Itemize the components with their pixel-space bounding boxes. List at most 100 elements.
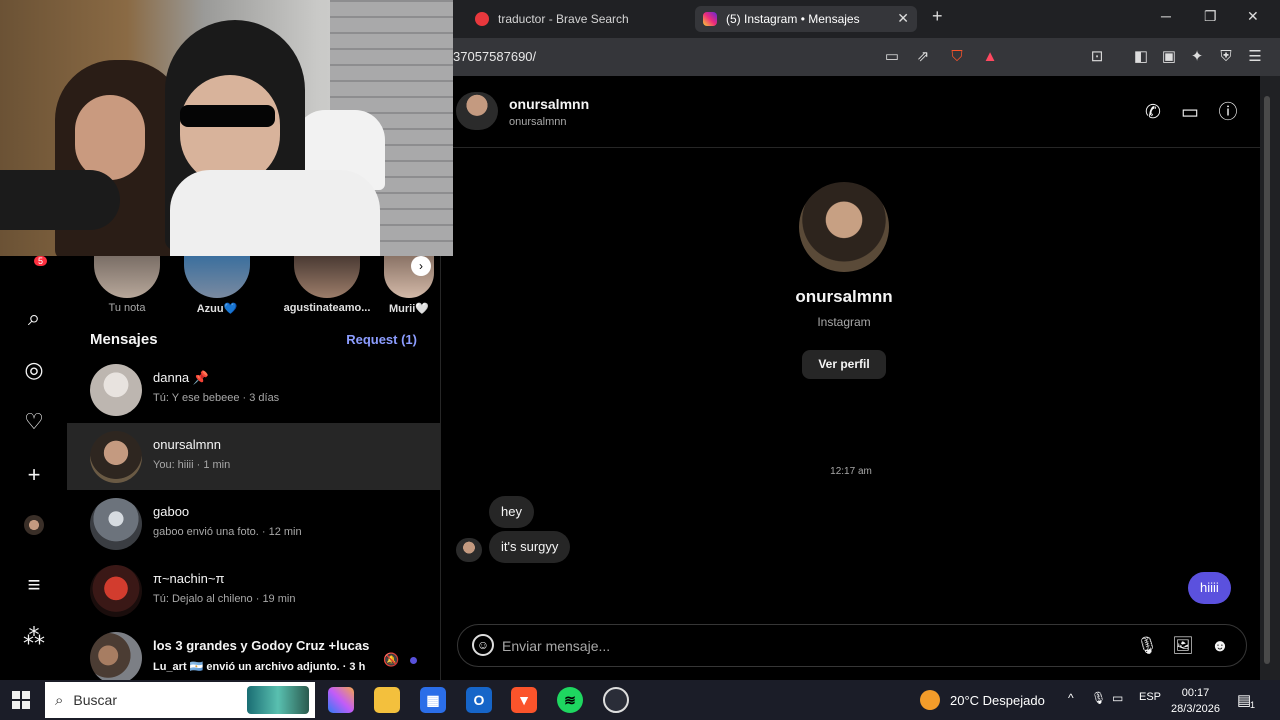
avatar <box>90 632 142 680</box>
microphone-tray-icon[interactable]: 🎙 <box>1091 691 1106 705</box>
taskbar-search[interactable]: ⌕ Buscar <box>45 682 315 718</box>
muted-icon: 🔕 <box>383 652 400 667</box>
avatar <box>90 498 142 550</box>
cast-icon[interactable]: ▭ <box>882 47 902 67</box>
notifications-badge: 5 <box>34 256 48 266</box>
info-icon[interactable]: ⓘ <box>1215 100 1241 126</box>
chevron-up-icon[interactable]: ^ <box>1068 691 1074 705</box>
brave-browser-icon[interactable]: ▼ <box>511 687 537 713</box>
view-profile-button[interactable]: Ver perfil <box>802 350 886 379</box>
brave-rewards-icon[interactable]: ▲ <box>980 47 1000 67</box>
close-window-button[interactable]: ✕ <box>1247 8 1259 25</box>
weather-sun-icon <box>920 690 940 710</box>
store-icon[interactable]: ▦ <box>420 687 446 713</box>
clock[interactable]: 00:17 28/3/2026 <box>1168 685 1223 717</box>
note-item[interactable]: agustinateamo... <box>277 256 377 314</box>
taskbar: ⌕ Buscar ▦ O ▼ ≋ 20°C Despejado ^ 🎙 ▭ ES… <box>0 680 1280 720</box>
minimize-button[interactable]: ─ <box>1161 8 1171 24</box>
avatar[interactable] <box>456 92 498 130</box>
profile-name: onursalmnn <box>795 287 893 306</box>
message-bubble[interactable]: hiiii <box>1188 572 1231 604</box>
note-item[interactable]: Tu nota <box>87 256 167 314</box>
image-icon[interactable]: 🖼 <box>1171 634 1195 658</box>
note-label: Murii🤍 <box>389 303 429 315</box>
browser-tab-bar: traductor - Brave Search (5) Instagram •… <box>453 0 1280 38</box>
explore-icon[interactable]: ◎ <box>21 357 47 383</box>
share-icon[interactable]: ⇗ <box>913 47 933 67</box>
sidebar-icon[interactable]: ◧ <box>1131 47 1151 67</box>
phone-icon[interactable]: ✆ <box>1140 100 1166 126</box>
new-tab-button[interactable]: + <box>932 6 943 27</box>
more-menu-icon[interactable]: ≡ <box>21 572 47 598</box>
message-input[interactable] <box>502 635 1102 657</box>
avatar <box>184 256 250 298</box>
message-bubble[interactable]: it's surgyy <box>489 531 571 563</box>
conversation-preview: You: hiiii · 1 min <box>153 459 231 471</box>
unread-dot <box>410 657 417 664</box>
avatar <box>294 256 360 298</box>
create-icon[interactable]: + <box>21 462 47 488</box>
vpn-icon[interactable]: ⛨ <box>1216 47 1236 67</box>
spotify-icon[interactable]: ≋ <box>557 687 583 713</box>
date: 28/3/2026 <box>1171 703 1220 715</box>
outlook-icon[interactable]: O <box>466 687 492 713</box>
weather-widget[interactable]: 20°C Despejado <box>920 690 1045 710</box>
apps-icon[interactable]: ⁂ <box>21 624 47 650</box>
messages-title: Mensajes <box>90 331 158 348</box>
conversation-item[interactable]: los 3 grandes y Godoy Cruz +lucas Lu_art… <box>67 624 440 680</box>
close-tab-icon[interactable]: ✕ <box>897 10 909 27</box>
instagram-nav: 5 ⌕ ◎ ♡ + ≡ ⁂ <box>0 256 67 680</box>
scrollbar[interactable] <box>1260 76 1280 680</box>
conversation-preview: Tú: Y ese bebeee · 3 días <box>153 392 280 404</box>
chat-panel: onursalmnn onursalmnn ✆ ▭ ⓘ onursalmnn I… <box>440 76 1261 680</box>
url-field[interactable]: 37057587690/ <box>453 49 536 64</box>
message-bubble[interactable]: hey <box>489 496 534 528</box>
tab-label: (5) Instagram • Mensajes <box>726 12 860 26</box>
heart-icon[interactable]: ♡ <box>21 409 47 435</box>
conversation-name: los 3 grandes y Godoy Cruz +lucas <box>153 638 370 653</box>
emoji-icon[interactable]: ☺ <box>472 634 494 656</box>
conversation-item[interactable]: π~nachin~π Tú: Dejalo al chileno · 19 mi… <box>67 557 440 624</box>
leo-ai-icon[interactable]: ✦ <box>1187 47 1207 67</box>
avatar <box>456 538 482 562</box>
language-indicator[interactable]: ESP <box>1139 691 1161 703</box>
message-composer: ☺ 🎙 🖼 ☻ <box>457 624 1247 667</box>
copilot-icon[interactable] <box>328 687 354 713</box>
wallet-icon[interactable]: ▣ <box>1159 47 1179 67</box>
maximize-button[interactable]: ❐ <box>1204 8 1217 25</box>
brave-shield-icon[interactable]: ⛉ <box>947 47 967 67</box>
conversation-preview: gaboo envió una foto. · 12 min <box>153 526 302 538</box>
conversation-item[interactable]: onursalmnn You: hiiii · 1 min <box>67 423 440 490</box>
profile-avatar[interactable] <box>21 515 47 541</box>
screenshot-icon[interactable]: ⊡ <box>1087 47 1107 67</box>
search-highlight-image <box>247 686 309 714</box>
chevron-right-icon[interactable]: › <box>411 256 431 276</box>
windows-start-icon[interactable] <box>12 691 30 709</box>
tab-instagram[interactable]: (5) Instagram • Mensajes ✕ <box>695 6 917 32</box>
note-item[interactable]: Azuu💙 <box>177 256 257 315</box>
network-icon[interactable]: ▭ <box>1112 691 1123 705</box>
conversation-item[interactable]: gaboo gaboo envió una foto. · 12 min <box>67 490 440 557</box>
obs-icon[interactable] <box>603 687 629 713</box>
note-label: agustinateamo... <box>283 302 371 314</box>
search-label: Buscar <box>73 692 117 708</box>
file-explorer-icon[interactable] <box>374 687 400 713</box>
avatar <box>90 565 142 617</box>
conversation-name: danna 📌 <box>153 370 209 385</box>
requests-link[interactable]: Request (1) <box>346 332 417 347</box>
conversation-item[interactable]: danna 📌 Tú: Y ese bebeee · 3 días <box>67 356 440 423</box>
chat-username: onursalmnn <box>509 116 567 128</box>
tab-brave-search[interactable]: traductor - Brave Search <box>467 6 693 32</box>
conversation-name: onursalmnn <box>153 437 221 452</box>
microphone-icon[interactable]: 🎙 <box>1135 634 1159 658</box>
sticker-icon[interactable]: ☻ <box>1208 634 1232 658</box>
chat-name[interactable]: onursalmnn <box>509 96 589 112</box>
profile-avatar <box>799 182 889 272</box>
menu-icon[interactable]: ☰ <box>1245 47 1265 67</box>
search-icon[interactable]: ⌕ <box>21 305 47 331</box>
note-label: Tu nota <box>108 302 146 314</box>
video-call-icon[interactable]: ▭ <box>1177 100 1203 126</box>
conversation-name: π~nachin~π <box>153 571 225 586</box>
message-timestamp: 12:17 am <box>830 466 872 477</box>
note-label: Azuu💙 <box>196 303 238 315</box>
